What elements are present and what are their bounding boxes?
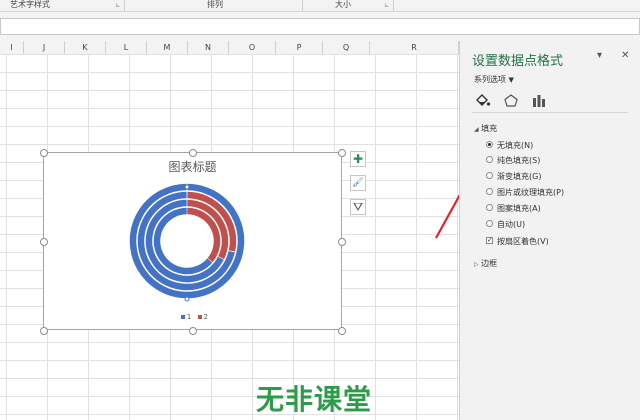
resize-handle[interactable] bbox=[40, 327, 48, 335]
fill-option-solid[interactable]: 纯色填充(S) bbox=[486, 155, 540, 167]
triangle-down-icon: ◢ bbox=[474, 126, 479, 133]
ribbon-group-labels: 艺术字样式 ⊾ 排列 大小 ⊾ bbox=[0, 0, 640, 12]
chart-elements-button[interactable]: ✚ bbox=[350, 151, 366, 167]
chart-legend[interactable]: 1 2 bbox=[44, 313, 341, 321]
fill-line-tab-icon[interactable] bbox=[474, 92, 492, 110]
border-section-label: 边框 bbox=[481, 259, 498, 268]
selected-point-handle[interactable] bbox=[184, 184, 190, 190]
chart-filters-button[interactable]: ⛛ bbox=[350, 199, 366, 215]
checkbox[interactable]: ✓ bbox=[486, 237, 493, 244]
column-header-n[interactable]: N bbox=[188, 41, 229, 54]
series-options-label: 系列选项 bbox=[474, 75, 506, 84]
series-options-dropdown[interactable]: 系列选项 ▼ bbox=[474, 74, 514, 85]
column-headers: I J K L M N O P Q R bbox=[0, 41, 459, 55]
format-data-point-pane: 设置数据点格式 ▾ ✕ 系列选项 ▼ ◢ 填充 无填充(N) 纯色填充(S) 渐… bbox=[459, 41, 640, 420]
resize-handle[interactable] bbox=[338, 238, 346, 246]
resize-handle[interactable] bbox=[40, 149, 48, 157]
ribbon-separator bbox=[124, 0, 125, 11]
fill-option-auto[interactable]: 自动(U) bbox=[486, 219, 525, 231]
radio-button[interactable] bbox=[486, 156, 493, 163]
fill-option-label: 自动(U) bbox=[497, 220, 526, 229]
fill-option-label: 图案填充(A) bbox=[497, 204, 541, 213]
close-icon[interactable]: ✕ bbox=[621, 50, 629, 61]
ribbon-separator bbox=[393, 0, 394, 11]
fill-option-label: 纯色填充(S) bbox=[497, 156, 541, 165]
resize-handle[interactable] bbox=[189, 327, 197, 335]
column-header-r[interactable]: R bbox=[370, 41, 459, 54]
resize-handle[interactable] bbox=[338, 149, 346, 157]
resize-handle[interactable] bbox=[40, 238, 48, 246]
radio-button[interactable] bbox=[486, 188, 493, 195]
wordart-dialog-launcher-icon[interactable]: ⊾ bbox=[115, 2, 120, 9]
fill-option-gradient[interactable]: 渐变填充(G) bbox=[486, 171, 541, 183]
radio-button[interactable] bbox=[486, 141, 493, 148]
border-section-header[interactable]: ▷ 边框 bbox=[474, 258, 497, 269]
ribbon-group-arrange: 排列 bbox=[207, 0, 223, 9]
fill-option-label: 无填充(N) bbox=[497, 141, 534, 150]
filter-icon: ⛛ bbox=[352, 200, 364, 214]
radio-button[interactable] bbox=[486, 172, 493, 179]
column-header-o[interactable]: O bbox=[229, 41, 276, 54]
column-header-m[interactable]: M bbox=[147, 41, 188, 54]
chart-area[interactable]: 图表标题 1 2 bbox=[43, 152, 342, 330]
radio-button[interactable] bbox=[486, 204, 493, 211]
size-dialog-launcher-icon[interactable]: ⊾ bbox=[384, 2, 389, 9]
column-header-q[interactable]: Q bbox=[323, 41, 370, 54]
radio-button[interactable] bbox=[486, 220, 493, 227]
legend-swatch-1 bbox=[180, 315, 185, 319]
formula-bar-input[interactable] bbox=[0, 18, 640, 35]
column-header-l[interactable]: L bbox=[106, 41, 147, 54]
ribbon-group-wordart-styles: 艺术字样式 bbox=[10, 0, 50, 9]
vary-colors-label: 按扇区着色(V) bbox=[497, 237, 549, 246]
fill-option-none[interactable]: 无填充(N) bbox=[486, 140, 533, 152]
fill-option-label: 渐变填充(G) bbox=[497, 172, 542, 181]
watermark-logo: 无非课堂 bbox=[256, 383, 373, 416]
fill-option-pattern[interactable]: 图案填充(A) bbox=[486, 203, 541, 215]
fill-section-header[interactable]: ◢ 填充 bbox=[474, 123, 497, 134]
ribbon-separator bbox=[302, 0, 303, 11]
pane-title: 设置数据点格式 bbox=[472, 54, 564, 69]
fill-option-label: 图片或纹理填充(P) bbox=[497, 188, 565, 197]
legend-label-1: 1 bbox=[186, 313, 192, 321]
tab-divider bbox=[472, 112, 628, 113]
selected-point-handle[interactable] bbox=[184, 296, 190, 302]
plus-icon: ✚ bbox=[352, 152, 364, 166]
fill-section-label: 填充 bbox=[481, 124, 498, 133]
brush-icon: 🖌 bbox=[352, 178, 364, 188]
pane-options-dropdown-icon[interactable]: ▾ bbox=[597, 50, 602, 61]
chart-styles-button[interactable]: 🖌 bbox=[350, 175, 366, 191]
doughnut-slice-series-1[interactable] bbox=[153, 207, 213, 275]
vary-colors-checkbox[interactable]: ✓ 按扇区着色(V) bbox=[486, 236, 549, 248]
effects-tab-icon[interactable] bbox=[502, 92, 520, 110]
fill-option-picture[interactable]: 图片或纹理填充(P) bbox=[486, 187, 564, 199]
chevron-down-icon: ▼ bbox=[508, 76, 514, 84]
column-header-i[interactable]: I bbox=[0, 41, 24, 54]
doughnut-chart[interactable] bbox=[44, 153, 343, 331]
resize-handle[interactable] bbox=[189, 149, 197, 157]
doughnut-slice-series-2[interactable] bbox=[187, 207, 221, 263]
column-header-j[interactable]: J bbox=[24, 41, 65, 54]
resize-handle[interactable] bbox=[338, 327, 346, 335]
legend-label-2: 2 bbox=[203, 313, 209, 321]
triangle-right-icon: ▷ bbox=[474, 261, 479, 268]
column-header-p[interactable]: P bbox=[276, 41, 323, 54]
ribbon-group-size: 大小 bbox=[335, 0, 351, 9]
legend-swatch-2 bbox=[197, 315, 202, 319]
column-header-k[interactable]: K bbox=[65, 41, 106, 54]
series-options-tab-icon[interactable] bbox=[530, 92, 548, 110]
